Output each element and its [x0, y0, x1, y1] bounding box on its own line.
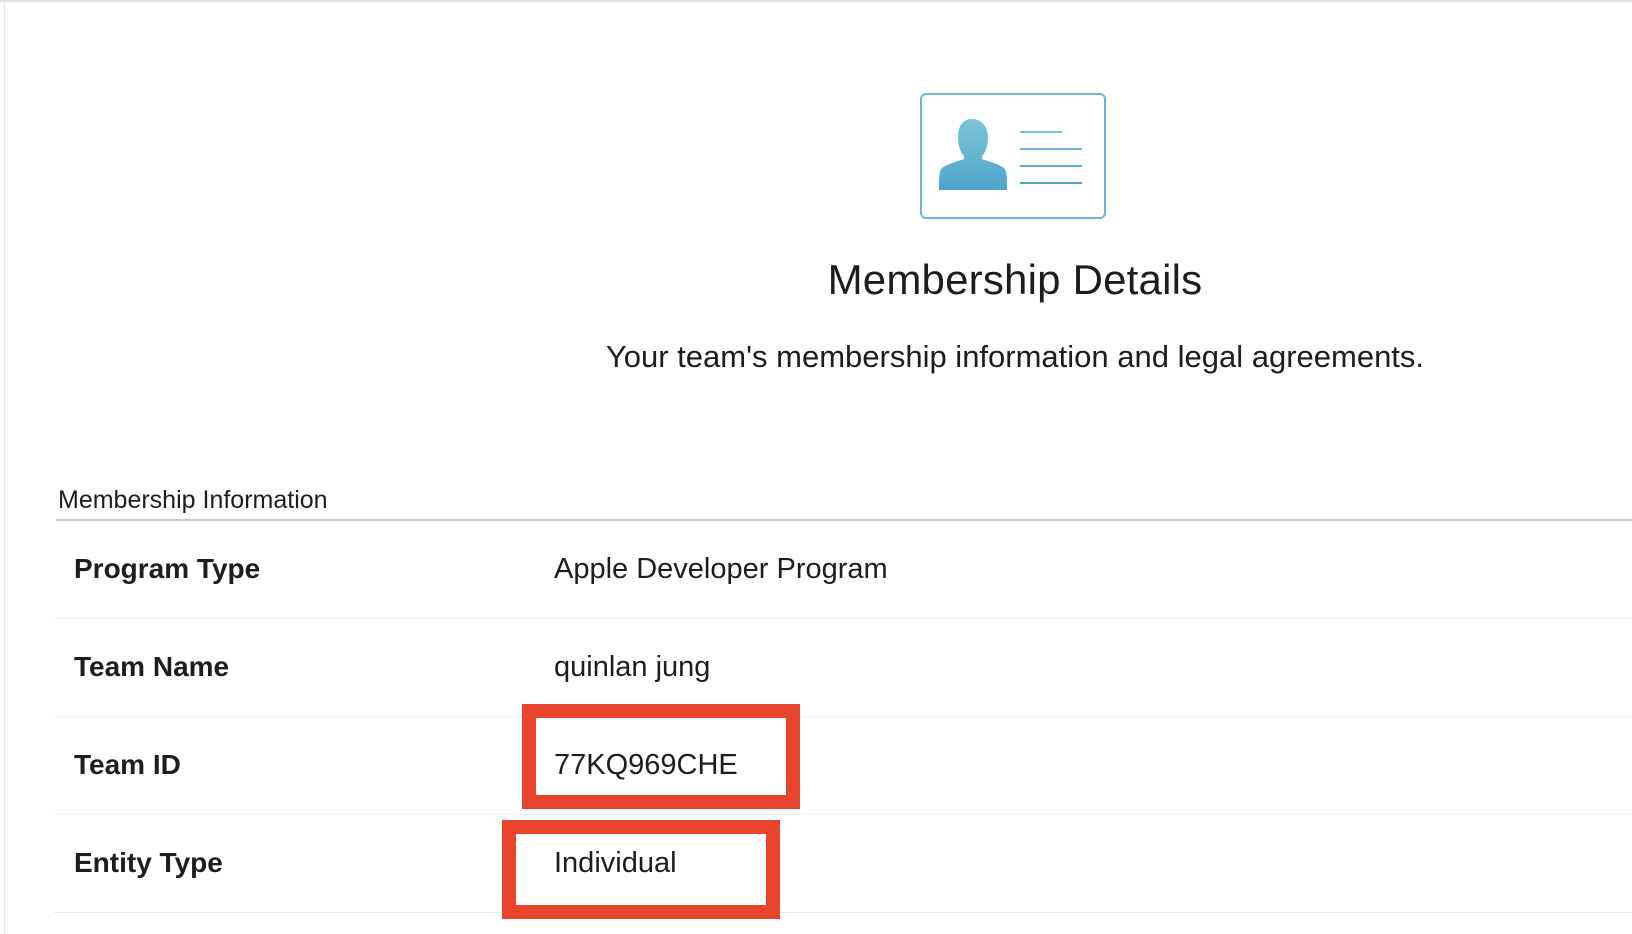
row-value: Apple Developer Program: [554, 553, 888, 585]
table-row-team-name: Team Name quinlan jung: [54, 619, 1632, 717]
row-label: Program Type: [74, 553, 261, 584]
row-label: Team Name: [74, 651, 230, 682]
table-row-program-type: Program Type Apple Developer Program: [54, 521, 1632, 619]
row-value: quinlan jung: [554, 651, 711, 683]
highlight-box-team-id: [522, 704, 800, 809]
highlight-box-entity-type: [502, 820, 780, 919]
left-divider: [4, 2, 5, 934]
section-heading: Membership Information: [58, 486, 328, 514]
page-subtitle: Your team's membership information and l…: [605, 339, 1425, 374]
table-row-entity-type: Entity Type Individual: [54, 815, 1632, 913]
member-card-icon: [920, 93, 1106, 219]
row-label: Entity Type: [74, 847, 223, 878]
row-label: Team ID: [74, 749, 181, 780]
table-row-team-id: Team ID 77KQ969CHE: [54, 717, 1632, 815]
page: Membership Details Your team's membershi…: [0, 0, 1632, 934]
membership-table: Program Type Apple Developer Program Tea…: [54, 521, 1632, 913]
page-title: Membership Details: [827, 256, 1203, 303]
